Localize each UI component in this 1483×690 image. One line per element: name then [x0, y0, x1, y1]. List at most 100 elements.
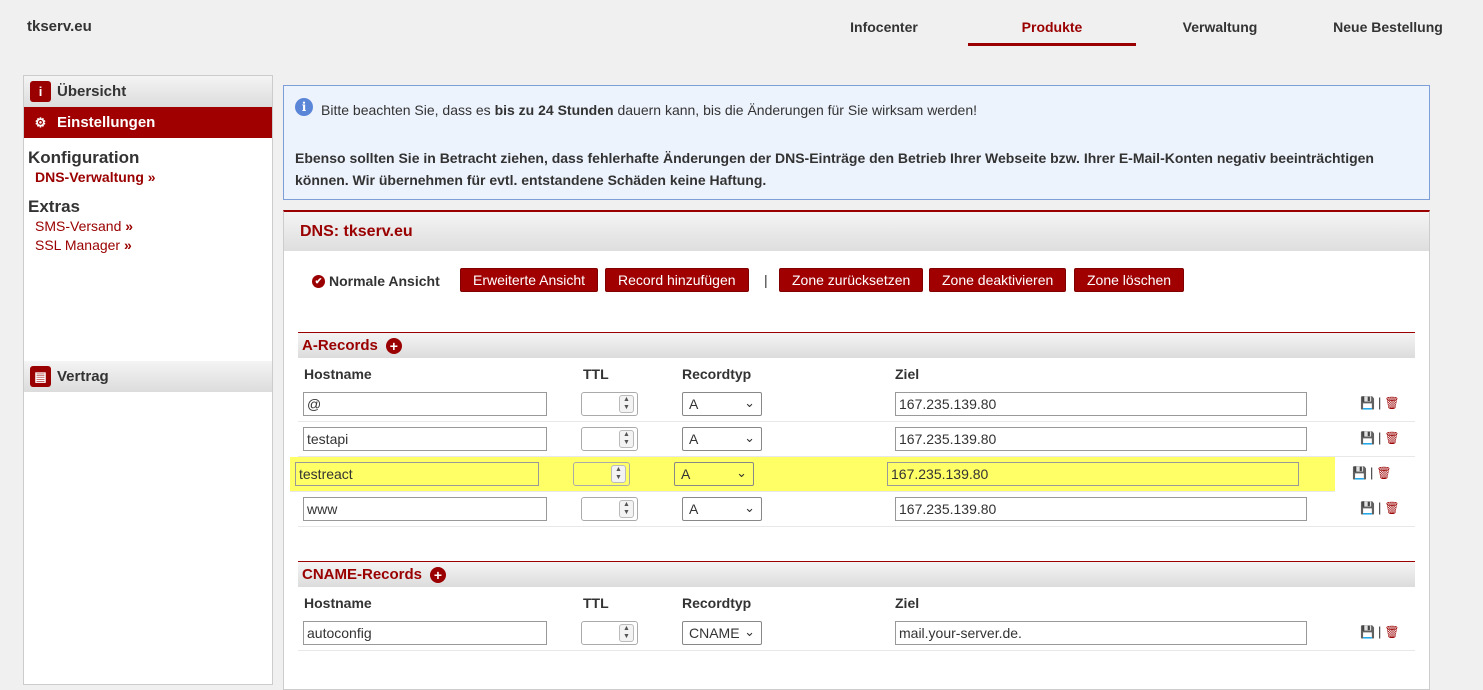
- col-target: Ziel: [895, 595, 920, 611]
- sidebar-settings-label: Einstellungen: [57, 114, 156, 131]
- target-input[interactable]: [895, 427, 1307, 451]
- action-separator: |: [1377, 395, 1382, 410]
- recordtype-select[interactable]: A ⌄: [674, 462, 754, 486]
- recordtype-value: A: [689, 431, 699, 447]
- chevron-down-icon: ⌄: [744, 624, 755, 639]
- sidebar-contract[interactable]: ▤ Vertrag: [24, 361, 272, 392]
- save-icon[interactable]: 💾: [1360, 431, 1375, 445]
- col-hostname: Hostname: [304, 595, 372, 611]
- record-row: ▲▼ CNAME ⌄ 💾|🗑: [298, 616, 1415, 651]
- ssl-link[interactable]: SSL Manager »: [24, 236, 272, 255]
- normal-view-toggle[interactable]: ✔ Normale Ansicht: [312, 268, 440, 294]
- a-records-rows: ▲▼A⌄💾|🗑▲▼A⌄💾|🗑▲▼A⌄💾|🗑▲▼A⌄💾|🗑: [290, 387, 1415, 527]
- stepper-arrows-icon[interactable]: ▲ ▼: [619, 500, 634, 518]
- a-records-column-headers: Hostname TTL Recordtyp Ziel: [298, 358, 1415, 387]
- save-icon[interactable]: 💾: [1360, 396, 1375, 410]
- trash-icon[interactable]: 🗑: [1384, 501, 1399, 515]
- notice-line1-post: dauern kann, bis die Änderungen für Sie …: [613, 102, 978, 118]
- trash-icon[interactable]: 🗑: [1384, 396, 1399, 410]
- trash-icon[interactable]: 🗑: [1384, 431, 1399, 445]
- recordtype-value: A: [681, 466, 691, 482]
- col-recordtype: Recordtyp: [682, 595, 752, 611]
- a-records-section: A-Records + Hostname TTL Recordtyp Ziel …: [290, 332, 1415, 527]
- notice-line1-bold: bis zu 24 Stunden: [494, 102, 614, 118]
- nav-verwaltung[interactable]: Verwaltung: [1136, 18, 1304, 46]
- sidebar-overview[interactable]: i Übersicht: [24, 76, 272, 107]
- sidebar-settings[interactable]: ⚙ Einstellungen: [24, 107, 272, 138]
- add-cname-record-icon[interactable]: +: [430, 566, 447, 583]
- delete-zone-button[interactable]: Zone löschen: [1074, 268, 1185, 292]
- toolbar: ✔ Normale Ansicht Erweiterte Ansicht Rec…: [284, 268, 1429, 294]
- hostname-input[interactable]: [303, 427, 547, 451]
- chevron-down-icon: ⌄: [744, 395, 755, 410]
- col-ttl: TTL: [583, 595, 609, 611]
- stepper-arrows-icon[interactable]: ▲ ▼: [619, 624, 634, 642]
- recordtype-select[interactable]: CNAME ⌄: [682, 621, 762, 645]
- chevron-down-icon: ⌄: [744, 430, 755, 445]
- reset-zone-button[interactable]: Zone zurücksetzen: [779, 268, 924, 292]
- col-hostname: Hostname: [304, 366, 372, 382]
- target-input[interactable]: [887, 462, 1299, 486]
- panel-title: DNS: tkserv.eu: [284, 212, 1429, 251]
- nav-infocenter[interactable]: Infocenter: [800, 18, 968, 46]
- sms-link[interactable]: SMS-Versand »: [24, 217, 272, 236]
- stepper-arrows-icon[interactable]: ▲ ▼: [619, 395, 634, 413]
- toolbar-separator: |: [764, 272, 768, 288]
- info-icon: i: [295, 98, 313, 116]
- recordtype-value: A: [689, 501, 699, 517]
- recordtype-value: A: [689, 396, 699, 412]
- stepper-arrows-icon[interactable]: ▲ ▼: [619, 430, 634, 448]
- info-icon: i: [30, 81, 51, 102]
- a-records-title: A-Records: [302, 337, 378, 354]
- cname-records-title: CNAME-Records: [302, 566, 423, 583]
- site-title: tkserv.eu: [27, 18, 92, 35]
- row-actions: 💾 | 🗑: [1360, 395, 1400, 410]
- row-actions: 💾 | 🗑: [1352, 465, 1392, 480]
- add-a-record-icon[interactable]: +: [385, 337, 402, 354]
- hostname-input[interactable]: [295, 462, 539, 486]
- nav-neue-bestellung[interactable]: Neue Bestellung: [1304, 18, 1472, 46]
- hostname-input[interactable]: [303, 497, 547, 521]
- recordtype-select[interactable]: A ⌄: [682, 427, 762, 451]
- target-input[interactable]: [895, 392, 1307, 416]
- nav-produkte[interactable]: Produkte: [968, 18, 1136, 46]
- ttl-stepper[interactable]: ▲ ▼: [581, 392, 638, 416]
- ttl-stepper[interactable]: ▲ ▼: [573, 462, 630, 486]
- row-actions: 💾 | 🗑: [1360, 624, 1400, 639]
- ttl-stepper[interactable]: ▲ ▼: [581, 497, 638, 521]
- extended-view-button[interactable]: Erweiterte Ansicht: [460, 268, 599, 292]
- save-icon[interactable]: 💾: [1352, 466, 1367, 480]
- trash-icon[interactable]: 🗑: [1376, 466, 1391, 480]
- record-row: ▲▼A⌄💾|🗑: [298, 387, 1415, 422]
- notice-line1-pre: Bitte beachten Sie, dass es: [321, 102, 495, 118]
- record-row: ▲▼A⌄💾|🗑: [290, 457, 1392, 492]
- add-record-button[interactable]: Record hinzufügen: [605, 268, 749, 292]
- ttl-stepper[interactable]: ▲ ▼: [581, 427, 638, 451]
- chevron-down-icon: ⌄: [736, 465, 747, 480]
- deactivate-zone-button[interactable]: Zone deaktivieren: [929, 268, 1067, 292]
- sidebar-contract-label: Vertrag: [57, 368, 109, 385]
- hostname-input[interactable]: [303, 392, 547, 416]
- target-input[interactable]: [895, 621, 1307, 645]
- ssl-link-label: SSL Manager: [35, 237, 121, 253]
- recordtype-select[interactable]: A ⌄: [682, 497, 762, 521]
- sms-link-chevron: »: [125, 218, 134, 234]
- cname-records-header: CNAME-Records +: [298, 561, 1415, 587]
- ttl-stepper[interactable]: ▲ ▼: [581, 621, 638, 645]
- stepper-arrows-icon[interactable]: ▲ ▼: [611, 465, 626, 483]
- dns-link[interactable]: DNS-Verwaltung »: [24, 168, 272, 187]
- trash-icon[interactable]: 🗑: [1384, 625, 1399, 639]
- target-input[interactable]: [895, 497, 1307, 521]
- hostname-input[interactable]: [303, 621, 547, 645]
- config-heading: Konfiguration: [28, 148, 140, 167]
- action-separator: |: [1377, 624, 1382, 639]
- record-row: ▲▼A⌄💾|🗑: [298, 422, 1415, 457]
- chevron-down-icon: ⌄: [744, 500, 755, 515]
- action-separator: |: [1377, 430, 1382, 445]
- save-icon[interactable]: 💾: [1360, 625, 1375, 639]
- dns-link-label: DNS-Verwaltung: [35, 169, 144, 185]
- save-icon[interactable]: 💾: [1360, 501, 1375, 515]
- recordtype-select[interactable]: A ⌄: [682, 392, 762, 416]
- sms-link-label: SMS-Versand: [35, 218, 122, 234]
- recordtype-value: CNAME: [689, 625, 740, 641]
